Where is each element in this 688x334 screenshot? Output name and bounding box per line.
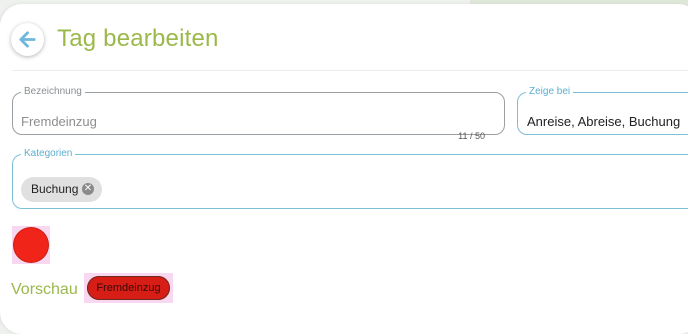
zeige-bei-select[interactable]: Zeige bei Anreise, Abreise, Buchung — [517, 87, 688, 135]
bezeichnung-field[interactable]: Bezeichnung Fremdeinzug 11 / 50 — [12, 86, 505, 141]
color-swatch[interactable] — [13, 227, 49, 263]
preview-tag-wrap: Fremdeinzug — [84, 273, 173, 303]
close-circle-icon[interactable]: ✕ — [82, 183, 94, 195]
character-counter: 11 / 50 — [458, 131, 485, 141]
bezeichnung-input[interactable]: Fremdeinzug — [21, 114, 97, 129]
bezeichnung-label: Bezeichnung — [24, 86, 82, 97]
zeige-bei-label: Zeige bei — [529, 86, 571, 97]
preview-tag-text: Fremdeinzug — [96, 282, 161, 294]
color-picker[interactable] — [12, 226, 50, 264]
category-chip[interactable]: Buchung ✕ — [21, 177, 102, 202]
chip-label: Buchung — [31, 182, 79, 196]
kategorien-label: Kategorien — [24, 148, 73, 159]
back-button[interactable] — [11, 23, 44, 56]
kategorien-field[interactable]: Kategorien Buchung ✕ — [12, 149, 688, 209]
arrow-left-icon — [19, 31, 36, 48]
page-title: Tag bearbeiten — [57, 25, 219, 52]
preview-label: Vorschau — [11, 281, 78, 298]
preview-tag: Fremdeinzug — [87, 276, 170, 300]
header-divider — [12, 70, 688, 71]
zeige-bei-value[interactable]: Anreise, Abreise, Buchung — [527, 114, 680, 129]
